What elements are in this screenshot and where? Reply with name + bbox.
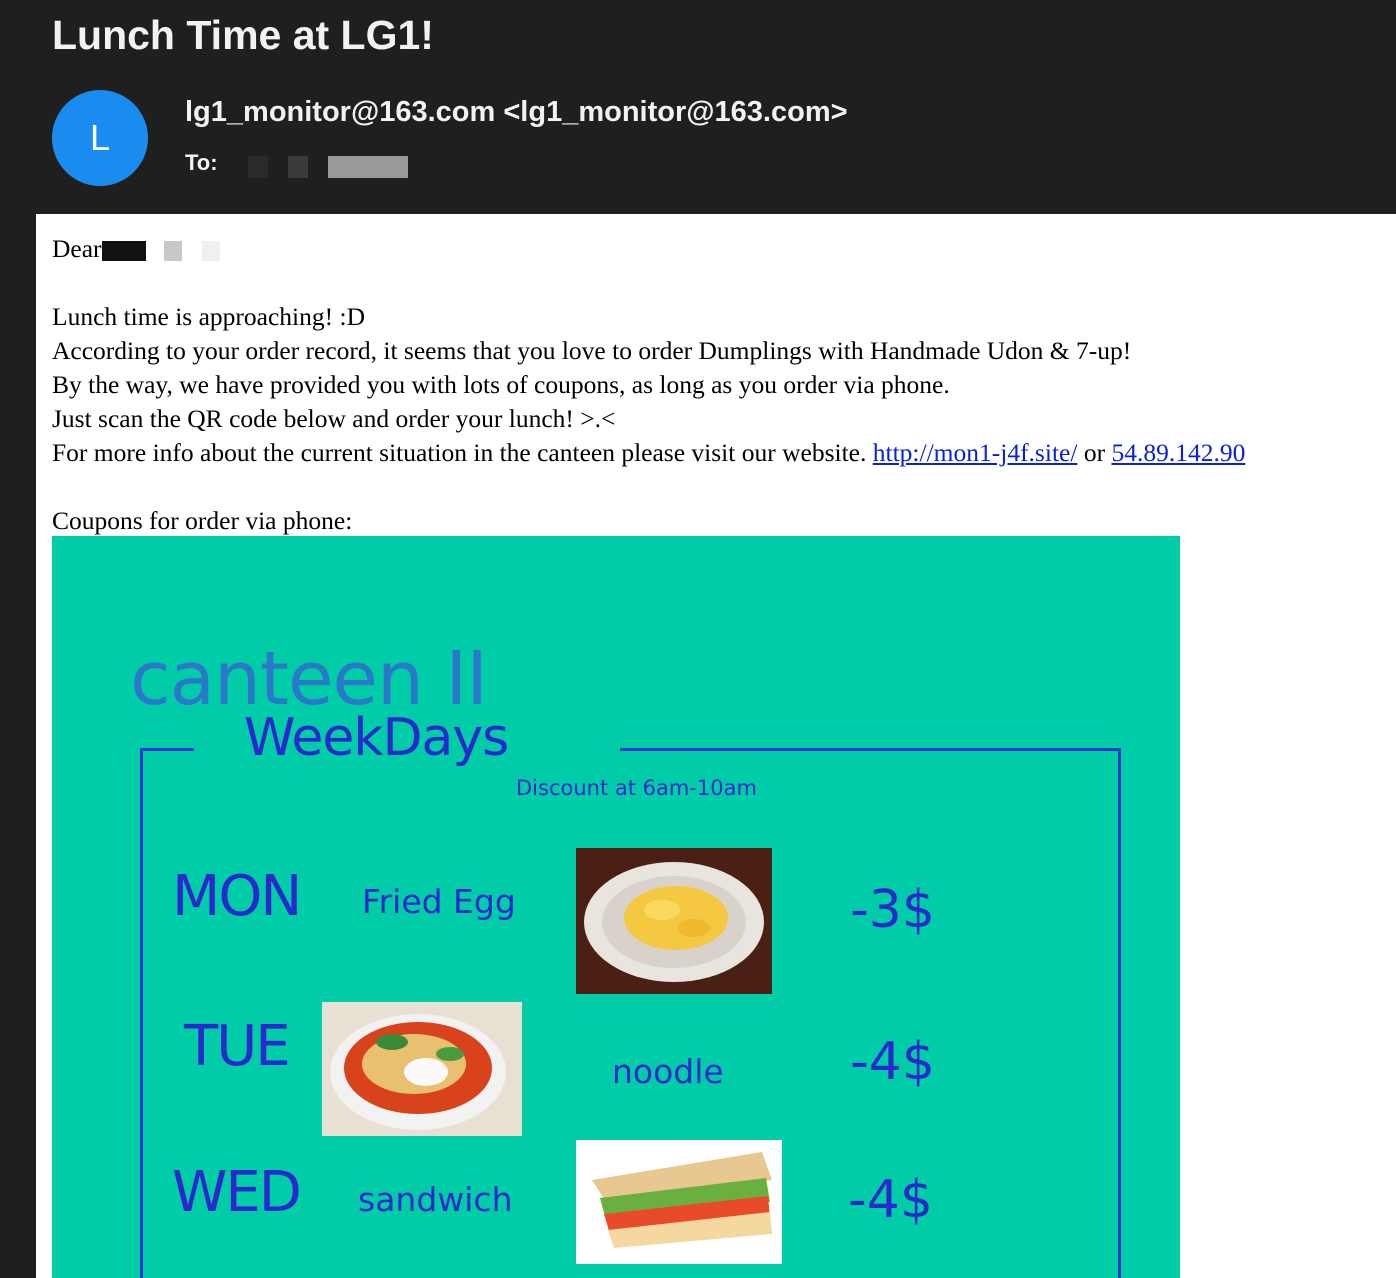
discount-note: Discount at 6am-10am [516, 776, 757, 800]
email-message: Dear Lunch time is approaching! :D Accor… [52, 232, 1245, 538]
website-link[interactable]: http://mon1-j4f.site/ [873, 438, 1078, 467]
food-tue: noodle [612, 1052, 724, 1091]
price-tue: -4$ [850, 1032, 935, 1092]
greeting-name-redacted [101, 234, 220, 263]
message-line-4: Just scan the QR code below and order yo… [52, 404, 616, 433]
avatar-letter: L [89, 117, 111, 158]
email-header: Lunch Time at LG1! L lg1_monitor@163.com… [0, 0, 1396, 214]
frame-top-right [620, 748, 1120, 751]
message-line-3: By the way, we have provided you with lo… [52, 370, 950, 399]
message-line-5: For more info about the current situatio… [52, 436, 1245, 470]
greeting-line: Dear [52, 232, 1245, 266]
frame-top-left [140, 748, 194, 751]
greeting: Dear [52, 234, 102, 263]
frame-left [140, 748, 143, 1278]
sandwich-photo [576, 1140, 782, 1264]
coupons-label: Coupons for order via phone: [52, 506, 353, 535]
coupon-image[interactable]: canteen II WeekDays Discount at 6am-10am… [52, 536, 1180, 1278]
sender-avatar[interactable]: L [52, 90, 148, 186]
recipient-label: To: [185, 150, 218, 175]
email-subject: Lunch Time at LG1! [52, 12, 434, 58]
website-info-text: For more info about the current situatio… [52, 438, 867, 467]
food-mon: Fried Egg [362, 882, 516, 921]
coupon-subtitle: WeekDays [244, 708, 509, 768]
day-wed: WED [172, 1160, 302, 1225]
sender-address[interactable]: lg1_monitor@163.com <lg1_monitor@163.com… [185, 96, 848, 129]
message-line-2: According to your order record, it seems… [52, 336, 1132, 365]
price-wed: -4$ [848, 1170, 933, 1230]
ip-link[interactable]: 54.89.142.90 [1111, 438, 1245, 467]
day-tue: TUE [184, 1014, 291, 1079]
noodle-photo [322, 1002, 522, 1136]
email-body: Dear Lunch time is approaching! :D Accor… [36, 214, 1396, 1278]
food-wed: sandwich [358, 1180, 513, 1219]
fried-egg-photo [576, 848, 772, 994]
day-mon: MON [172, 864, 302, 929]
price-mon: -3$ [850, 880, 935, 940]
link-separator: or [1083, 438, 1106, 467]
message-line-1: Lunch time is approaching! :D [52, 302, 365, 331]
frame-right [1118, 748, 1121, 1278]
